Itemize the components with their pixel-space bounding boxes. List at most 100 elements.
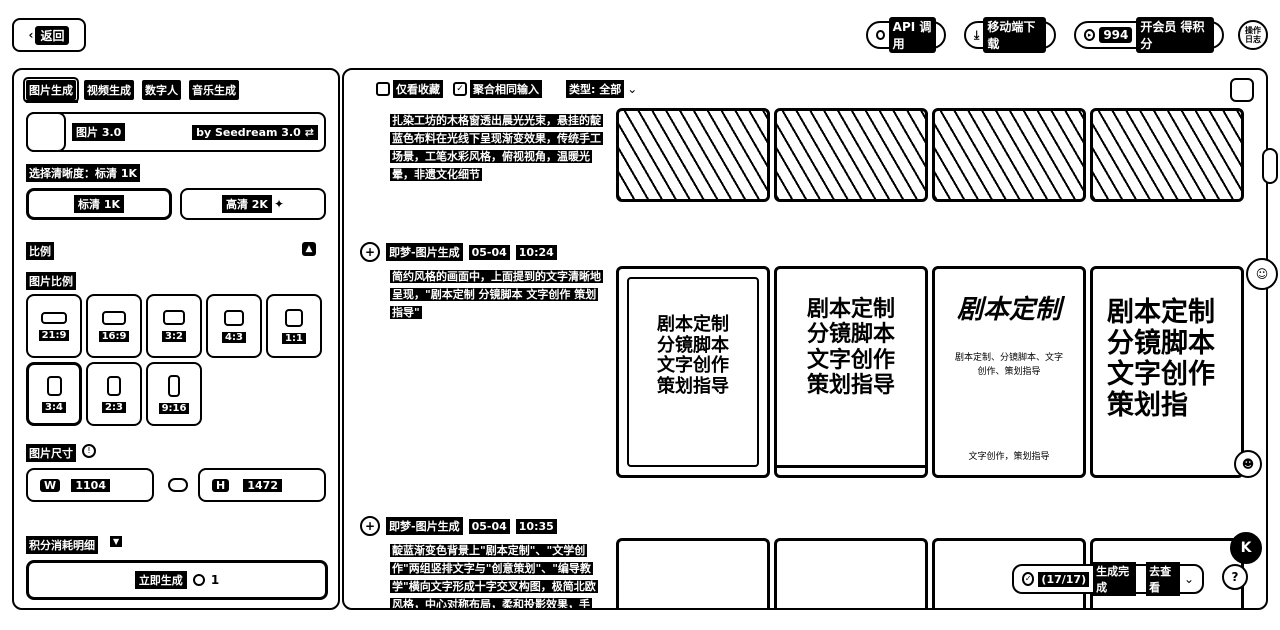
generated-image[interactable]: 剧本定制 剧本定制、分镜脚本、文字创作、策划指导 文字创作，策划指导 — [932, 266, 1086, 478]
ratio-option[interactable]: 1:1 — [266, 294, 322, 358]
ratio-label: 9:16 — [158, 402, 190, 414]
type-filter[interactable]: 类型: 全部 ⌄ — [566, 80, 637, 98]
quality-hd-button[interactable]: 高清 2K ✦ — [180, 188, 326, 220]
generated-image[interactable]: 剧本定制 分镜脚本 文字创作 策划指导 — [616, 266, 770, 478]
generated-image[interactable]: 剧本定制 分镜脚本 文字创作 策划指导 — [774, 266, 928, 478]
poster-text: 剧本定制 分镜脚本 文字创作 策划指 — [1093, 297, 1241, 421]
generated-image[interactable] — [932, 108, 1086, 202]
back-label: 返回 — [35, 25, 70, 45]
poster-line: 文字创作 — [806, 347, 895, 373]
tab-video[interactable]: 视频生成 — [84, 80, 134, 100]
chevron-left-icon: ‹ — [28, 28, 34, 42]
ratio-option[interactable]: 16:9 — [86, 294, 142, 358]
ratio-label: 21:9 — [38, 329, 70, 341]
results-panel: 仅看收藏 ✓ 聚合相同输入 类型: 全部 ⌄ 扎染工坊的木格窗透出晨光光束，悬挂… — [342, 68, 1268, 610]
prompt-content: 简约风格的画面中，上面提到的文字清晰地呈现，"剧本定制 分镜脚本 文字创作 策划… — [390, 270, 603, 319]
ratio-option[interactable]: 9:16 — [146, 362, 202, 426]
tab-music[interactable]: 音乐生成 — [189, 80, 239, 100]
chevron-down-icon[interactable]: ⌄ — [1184, 572, 1194, 586]
width-key: W — [40, 478, 61, 492]
side-handle[interactable] — [1262, 148, 1278, 184]
poster-line: 分镜脚本 — [806, 322, 895, 348]
model-by-label: by Seedream 3.0 — [196, 125, 301, 139]
ratio-label: 2:3 — [102, 401, 126, 413]
row-source: 即梦-图片生成 — [386, 243, 463, 261]
generated-image[interactable] — [616, 108, 770, 202]
mobile-download-button[interactable]: ⤓ 移动端下载 — [964, 17, 1056, 53]
chevron-up-icon[interactable]: ▲ — [302, 242, 316, 256]
model-thumbnail — [26, 112, 66, 152]
ratio-option[interactable]: 2:3 — [86, 362, 142, 426]
quality-hd-label: 高清 2K — [221, 195, 272, 213]
ratio-shape-icon — [102, 310, 126, 325]
height-input[interactable]: H 1472 — [198, 468, 326, 502]
view-results-link[interactable]: 去查看 — [1146, 562, 1180, 596]
status-text: 生成完成 — [1093, 562, 1137, 596]
height-key: H — [212, 478, 230, 492]
poster-line: 策划指 — [1107, 390, 1188, 422]
type-label: 类型: 全部 — [566, 80, 625, 98]
generate-cost: 1 — [210, 573, 220, 587]
ratio-section-label: 比例 — [26, 242, 54, 260]
generated-image[interactable] — [774, 108, 928, 202]
tab-image[interactable]: 图片生成 — [23, 77, 79, 103]
quality-standard-button[interactable]: 标清 1K — [26, 188, 172, 220]
api-button[interactable]: API 调用 — [866, 17, 946, 53]
ratio-shape-icon — [168, 374, 180, 397]
ai-assistant-icon[interactable]: K — [1230, 532, 1262, 564]
avatar[interactable]: 操作 日志 — [1238, 20, 1268, 50]
check-circle-icon: ✓ — [1022, 572, 1035, 586]
generated-image[interactable] — [616, 538, 770, 608]
generate-button[interactable]: 立即生成 1 — [26, 560, 328, 600]
plus-icon[interactable]: + — [360, 516, 380, 536]
link-icon[interactable] — [168, 478, 188, 492]
ratio-option-selected[interactable]: 3:4 — [26, 362, 82, 426]
folder-icon[interactable] — [1230, 78, 1254, 102]
width-input[interactable]: W 1104 — [26, 468, 154, 502]
info-icon[interactable]: ! — [82, 444, 96, 458]
model-selector[interactable]: 图片 3.0 by Seedream 3.0 ⇄ — [26, 112, 326, 152]
filter-bar: 仅看收藏 ✓ 聚合相同输入 类型: 全部 ⌄ — [376, 80, 637, 98]
generate-label: 立即生成 — [134, 571, 187, 589]
quality-label: 选择清晰度：标清 1K — [26, 164, 141, 182]
ratio-option[interactable]: 4:3 — [206, 294, 262, 358]
ratio-grid: 21:9 16:9 3:2 4:3 1:1 3:4 2:3 9:16 — [26, 294, 322, 426]
chevron-down-icon[interactable]: ▼ — [110, 536, 123, 547]
back-button[interactable]: ‹ 返回 — [12, 18, 86, 52]
merge-filter[interactable]: ✓ 聚合相同输入 — [453, 80, 542, 98]
row-date: 05-04 — [468, 244, 510, 260]
prompt-text: 扎染工坊的木格窗透出晨光光束，悬挂的靛蓝色布料在光线下呈现渐变效果，传统手工场景… — [390, 112, 604, 184]
ratio-label: 3:2 — [162, 331, 186, 342]
generation-status: ✓ (17/17) 生成完成 去查看 ⌄ — [1012, 562, 1204, 596]
generated-image[interactable] — [774, 538, 928, 608]
generated-image[interactable] — [1090, 108, 1244, 202]
plus-icon[interactable]: + — [360, 242, 380, 262]
poster-line: 剧本定制 — [1107, 297, 1215, 328]
points-icon — [192, 574, 205, 586]
tab-digital-human[interactable]: 数字人 — [142, 80, 181, 100]
row-source: 即梦-图片生成 — [386, 517, 463, 535]
ratio-label: 16:9 — [98, 330, 130, 342]
help-icon[interactable]: ? — [1222, 564, 1248, 590]
ratio-option[interactable]: 3:2 — [146, 294, 202, 358]
mobile-label: 移动端下载 — [983, 17, 1046, 53]
ratio-option[interactable]: 21:9 — [26, 294, 82, 358]
avatar[interactable]: ☻ — [1234, 450, 1262, 478]
assistant-icon[interactable]: ☺ — [1246, 258, 1278, 290]
generated-image[interactable]: 剧本定制 分镜脚本 文字创作 策划指 — [1090, 266, 1244, 478]
ratio-shape-icon — [46, 375, 62, 396]
favorites-filter[interactable]: 仅看收藏 — [376, 80, 443, 98]
points-detail-toggle[interactable]: 积分消耗明细 — [26, 536, 98, 554]
ratio-shape-icon — [107, 375, 121, 396]
tab-underline — [26, 100, 78, 103]
favorites-label: 仅看收藏 — [393, 80, 443, 98]
poster-line: 文字创作 — [1107, 359, 1215, 391]
prompt-content: 扎染工坊的木格窗透出晨光光束，悬挂的靛蓝色布料在光线下呈现渐变效果，传统手工场景… — [390, 114, 603, 181]
vip-button[interactable]: ▸ 994 开会员 得积分 — [1074, 17, 1224, 53]
row-date: 05-04 — [468, 518, 510, 534]
ratio-shape-icon — [163, 310, 185, 325]
ratio-sub-label: 图片比例 — [26, 272, 76, 290]
poster-footer: 文字创作，策划指导 — [968, 452, 1050, 462]
row-header: + 即梦-图片生成 05-04 10:24 — [360, 242, 557, 262]
poster-bottom-bar — [777, 465, 925, 475]
